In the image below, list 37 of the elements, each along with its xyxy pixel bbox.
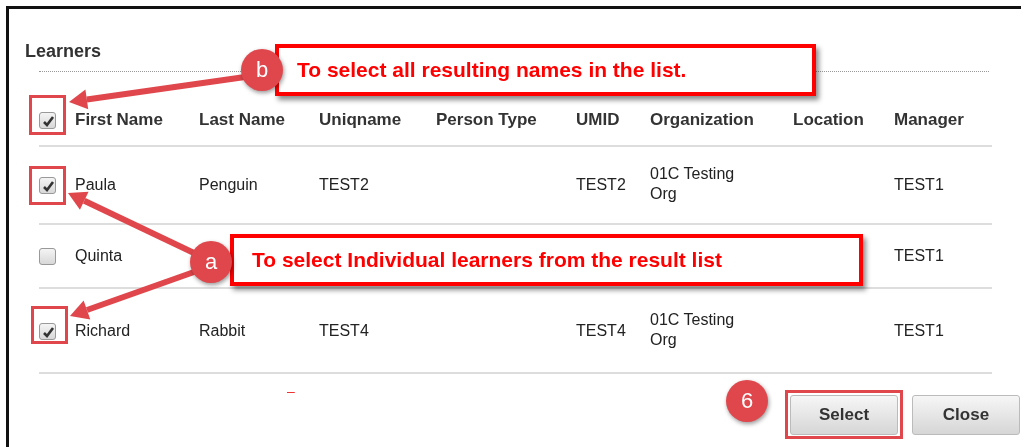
checkbox[interactable]: [39, 248, 56, 266]
column-header: First Name: [75, 109, 163, 129]
dialog-button[interactable]: Select: [790, 395, 898, 435]
highlight-frame: [29, 166, 66, 205]
dialog-button[interactable]: Close: [912, 395, 1020, 435]
table-cell: TEST1: [894, 247, 944, 264]
table-cell: Rabbit: [199, 321, 246, 339]
dialog-title: Learners: [25, 40, 103, 63]
column-header: Organization: [650, 109, 754, 129]
table-cell: TEST4: [319, 321, 369, 339]
column-header: Last Name: [199, 109, 285, 129]
table-cell: TEST1: [894, 176, 944, 193]
column-header: Uniqname: [319, 109, 402, 129]
table-cell-text: 01C Testing Org: [650, 164, 736, 204]
highlight-frame: [29, 95, 66, 135]
column-header: Manager: [894, 109, 964, 129]
table-cell-text: 01C Testing Org: [650, 309, 736, 350]
table-cell: TEST2: [576, 176, 626, 193]
table-cell: TEST1: [894, 321, 944, 339]
callout: To select Individual learners from the result list: [230, 234, 863, 286]
step-badge: b: [241, 49, 283, 91]
table-cell: TEST4: [576, 321, 626, 339]
table-cell: TEST2: [319, 176, 369, 193]
column-header: Location: [793, 109, 864, 129]
table-cell: Quinta: [75, 247, 123, 264]
step-badge: a: [190, 241, 232, 283]
column-header: UMID: [576, 109, 620, 129]
column-header: Person Type: [436, 109, 537, 129]
checkbox[interactable]: [39, 322, 56, 340]
checkbox[interactable]: [39, 111, 56, 129]
highlight-frame: [31, 306, 68, 344]
table-cell: Richard: [75, 321, 131, 339]
checkbox[interactable]: [39, 177, 56, 195]
table-cell: Paula: [75, 176, 116, 193]
step-badge: 6: [726, 380, 768, 422]
validation-mark: –: [287, 384, 295, 398]
table-cell: Penguin: [199, 176, 258, 193]
